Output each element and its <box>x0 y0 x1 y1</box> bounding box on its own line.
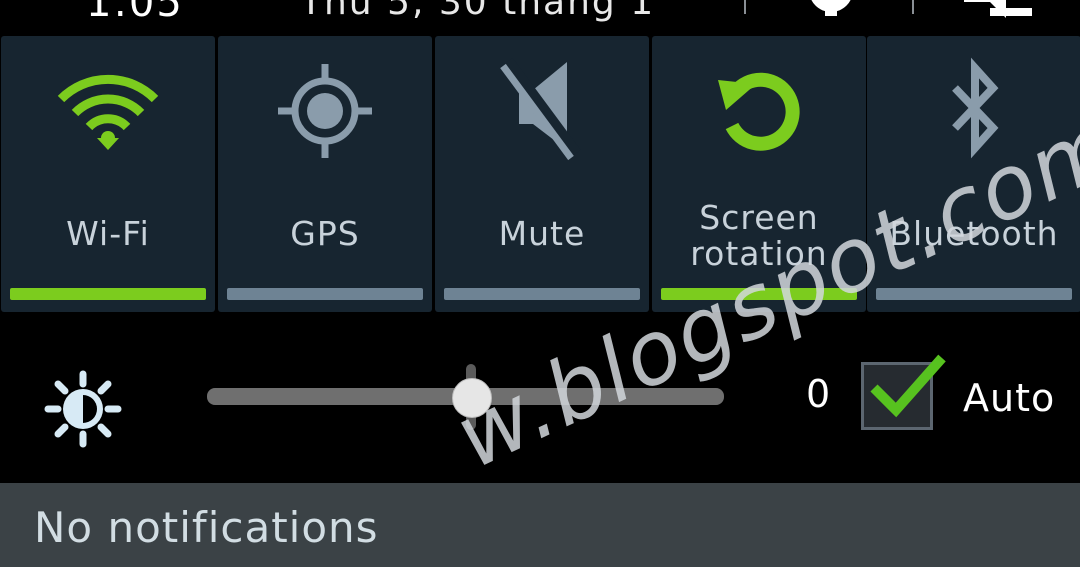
no-notifications-text: No notifications <box>34 503 379 552</box>
brightness-value: 0 <box>806 372 831 416</box>
status-date: Thứ 5, 30 tháng 1 <box>300 0 656 23</box>
toggle-label: Wi-Fi <box>66 214 150 253</box>
wifi-icon <box>57 74 159 150</box>
toggle-state-bar <box>227 288 423 300</box>
settings-gear-icon[interactable] <box>796 0 866 18</box>
status-time: 1:05 <box>86 0 184 26</box>
status-divider <box>744 0 746 14</box>
status-bar: 1:05 Thứ 5, 30 tháng 1 <box>0 0 1080 34</box>
rotation-icon <box>718 72 800 151</box>
mute-icon <box>500 57 581 161</box>
toggle-wifi[interactable]: Wi-Fi <box>1 36 215 312</box>
toggle-mute[interactable]: Mute <box>435 36 649 312</box>
auto-brightness-label: Auto <box>963 376 1056 420</box>
gps-icon <box>278 64 372 158</box>
toggle-gps[interactable]: GPS <box>218 36 432 312</box>
toggle-state-bar <box>444 288 640 300</box>
brightness-sun-icon <box>44 370 122 448</box>
switch-arrows-icon[interactable] <box>960 0 1036 18</box>
toggle-label: Mute <box>498 214 586 253</box>
checkmark-icon <box>870 354 946 418</box>
toggle-label: GPS <box>290 214 360 253</box>
notifications-area: No notifications <box>0 483 1080 567</box>
toggle-state-bar <box>10 288 206 300</box>
status-divider <box>912 0 914 14</box>
